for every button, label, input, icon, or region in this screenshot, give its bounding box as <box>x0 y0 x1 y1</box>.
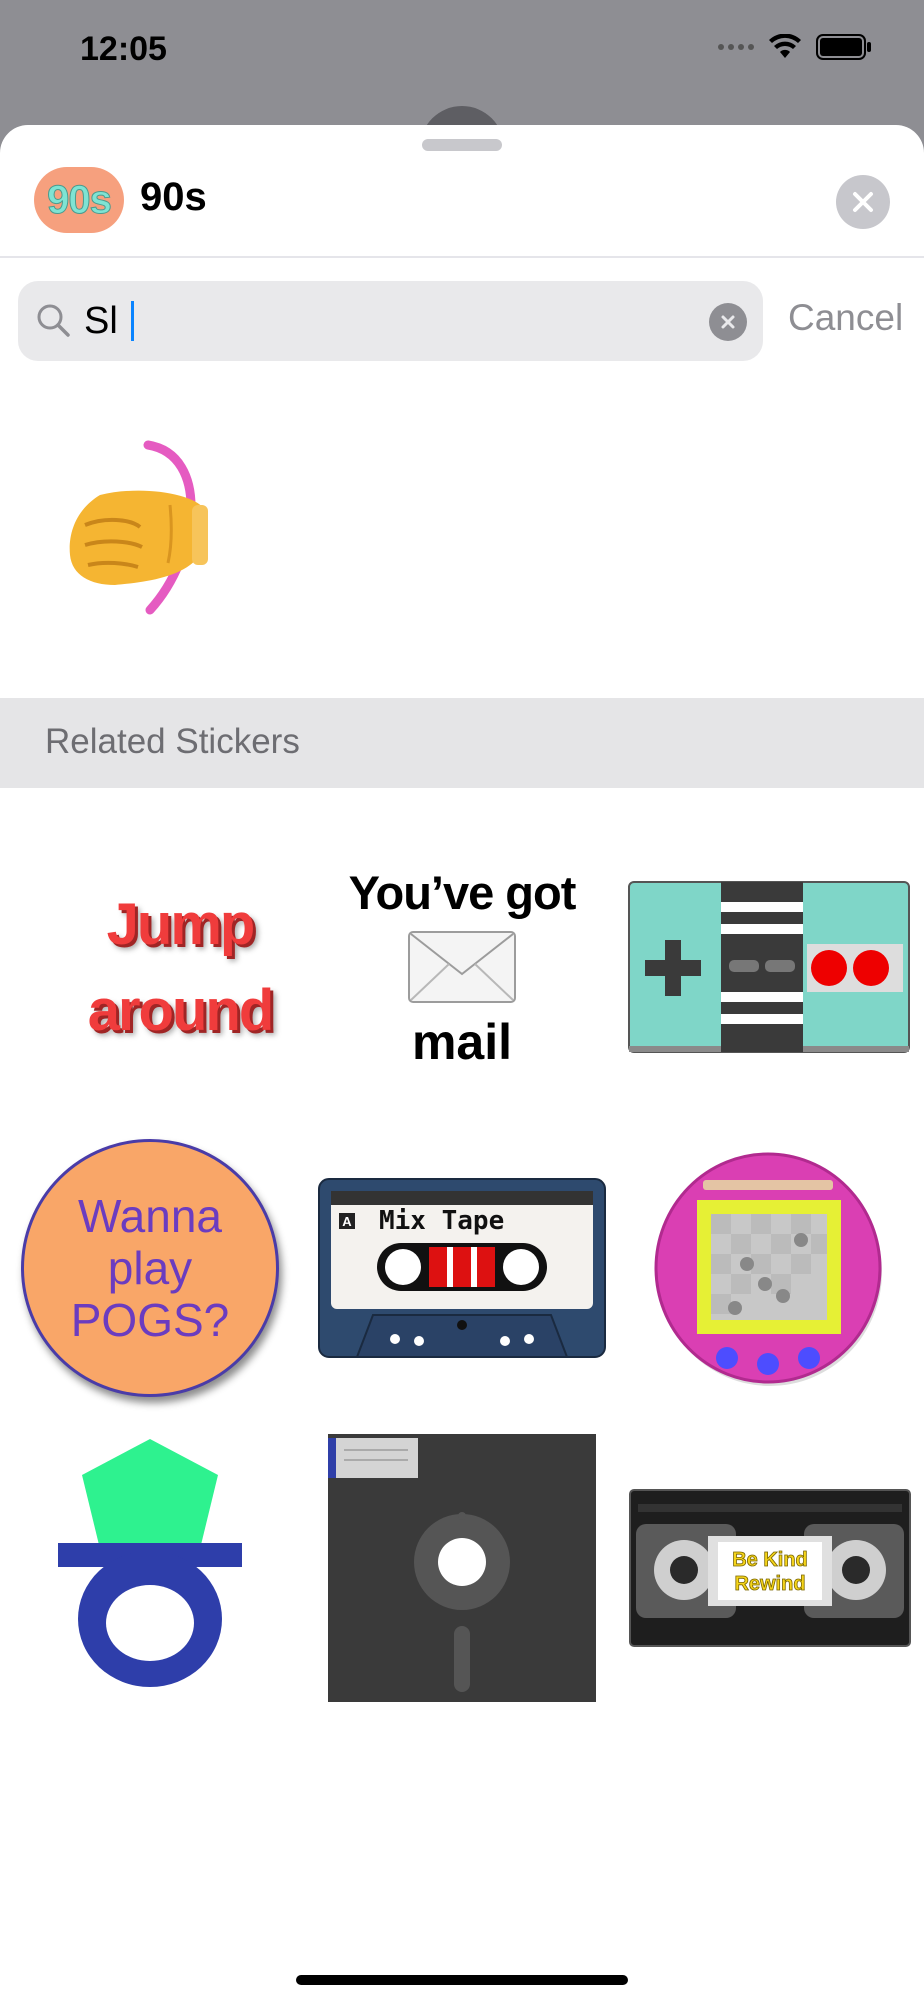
pogs-line-2: play <box>107 1242 193 1294</box>
floppy-disk-sticker[interactable] <box>312 1418 612 1718</box>
controller-icon <box>628 881 910 1053</box>
envelope-icon <box>408 931 516 1003</box>
punch-emoji-sticker[interactable] <box>60 435 230 625</box>
search-icon <box>37 304 70 337</box>
jump-around-sticker[interactable]: Jump around <box>30 818 330 1118</box>
status-bar: 12:05 <box>0 0 924 100</box>
pack-title: 90s <box>140 175 207 219</box>
pack-logo-text: 90s <box>47 177 113 222</box>
mix-tape-label: Mix Tape <box>379 1206 504 1236</box>
status-icons <box>718 34 872 60</box>
close-icon <box>853 192 873 212</box>
home-indicator[interactable] <box>296 1975 628 1985</box>
sticker-search-sheet: 90s 90s Cancel <box>0 125 924 2000</box>
tape-side-label: A <box>342 1214 352 1229</box>
pogs-sticker[interactable]: Wanna play POGS? <box>0 1118 300 1418</box>
pogs-line-3: POGS? <box>70 1294 230 1346</box>
vhs-label-line-2: Rewind <box>734 1573 805 1595</box>
vhs-label-line-1: Be Kind <box>732 1549 808 1571</box>
status-time: 12:05 <box>80 30 167 68</box>
pogs-line-1: Wanna <box>77 1190 223 1242</box>
wifi-icon <box>769 34 801 58</box>
text-cursor <box>131 301 134 341</box>
game-controller-sticker[interactable] <box>620 818 920 1118</box>
search-input[interactable] <box>84 293 684 349</box>
related-stickers-header: Related Stickers <box>0 698 924 788</box>
vhs-tape-sticker[interactable]: Be Kind Rewind <box>620 1418 920 1718</box>
related-stickers-title: Related Stickers <box>45 722 300 761</box>
pack-logo: 90s <box>34 167 124 233</box>
mix-tape-sticker[interactable]: A Mix Tape <box>312 1118 612 1418</box>
jump-line-1: Jump <box>106 892 256 957</box>
search-row: Cancel <box>0 281 924 363</box>
mail-line-1: You’ve got <box>348 866 577 919</box>
jump-line-2: around <box>87 978 275 1043</box>
clear-icon <box>721 315 735 329</box>
search-results <box>0 395 924 695</box>
mail-line-2: mail <box>411 1014 513 1070</box>
search-field[interactable] <box>18 281 763 361</box>
cellular-signal-icon <box>718 44 754 50</box>
sheet-header: 90s 90s <box>0 155 924 255</box>
ring-pop-sticker[interactable] <box>0 1418 300 1718</box>
clear-search-button[interactable] <box>709 303 747 341</box>
virtual-pet-sticker[interactable] <box>620 1118 920 1418</box>
battery-icon <box>816 34 871 60</box>
header-divider <box>0 256 924 258</box>
sheet-grabber[interactable] <box>422 139 502 151</box>
cancel-button[interactable]: Cancel <box>788 297 903 339</box>
close-button[interactable] <box>836 175 890 229</box>
youve-got-mail-sticker[interactable]: You’ve got mail <box>312 818 612 1118</box>
